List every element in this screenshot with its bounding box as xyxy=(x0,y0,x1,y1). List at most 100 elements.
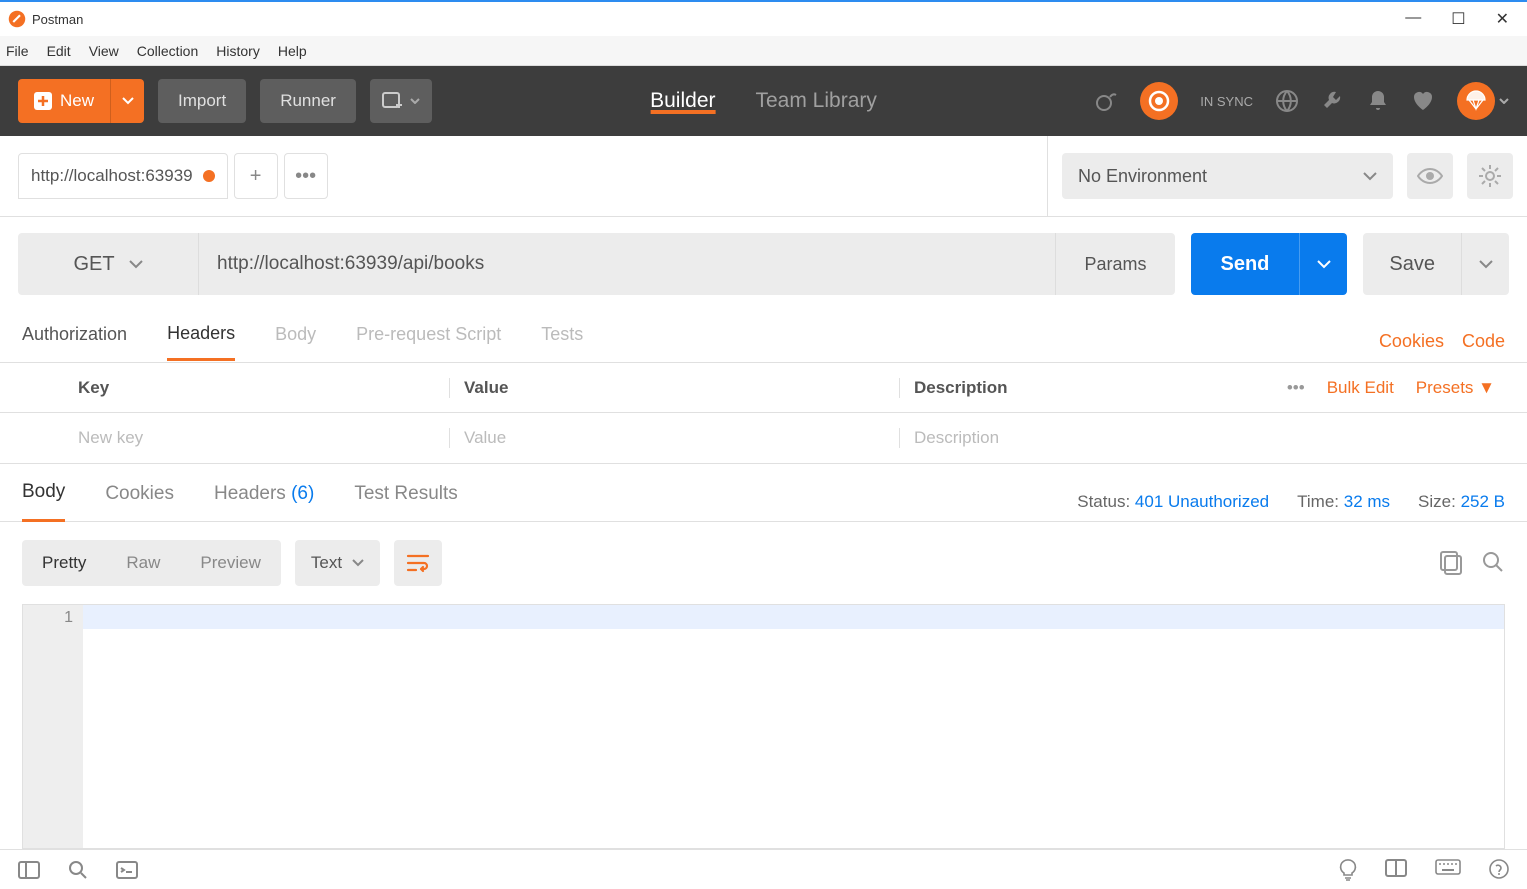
new-tab-button[interactable]: + xyxy=(234,153,278,199)
subtab-authorization[interactable]: Authorization xyxy=(22,324,127,359)
response-body-editor[interactable]: 1 xyxy=(22,604,1505,849)
tips-button[interactable] xyxy=(1339,859,1357,881)
chevron-down-icon xyxy=(129,260,143,269)
save-button[interactable]: Save xyxy=(1363,233,1461,295)
new-button-label: New xyxy=(60,91,94,111)
menu-edit[interactable]: Edit xyxy=(47,43,71,59)
response-tab-cookies[interactable]: Cookies xyxy=(105,483,174,521)
menu-file[interactable]: File xyxy=(6,43,29,59)
tab-builder[interactable]: Builder xyxy=(650,89,715,113)
console-button[interactable] xyxy=(116,861,138,879)
menu-help[interactable]: Help xyxy=(278,43,307,59)
request-tab-title: http://localhost:63939 xyxy=(31,166,193,186)
response-tab-body[interactable]: Body xyxy=(22,481,65,522)
two-pane-icon xyxy=(1385,859,1407,877)
http-method-select[interactable]: GET xyxy=(18,233,198,295)
view-preview[interactable]: Preview xyxy=(180,540,280,586)
subtab-body[interactable]: Body xyxy=(275,324,316,359)
import-button[interactable]: Import xyxy=(158,79,246,123)
chevron-down-icon[interactable] xyxy=(1499,98,1509,104)
user-avatar[interactable] xyxy=(1457,82,1495,120)
parachute-icon xyxy=(1465,90,1487,112)
subtab-headers[interactable]: Headers xyxy=(167,323,235,361)
sync-label: IN SYNC xyxy=(1200,94,1253,109)
sidebar-toggle[interactable] xyxy=(18,861,40,879)
subtab-prerequest[interactable]: Pre-request Script xyxy=(356,324,501,359)
cookies-link[interactable]: Cookies xyxy=(1379,331,1444,352)
maximize-button[interactable]: ☐ xyxy=(1451,9,1465,29)
response-tab-tests[interactable]: Test Results xyxy=(354,483,457,521)
presets-dropdown[interactable]: Presets ▼ xyxy=(1416,378,1495,398)
window-plus-icon xyxy=(382,92,404,110)
request-tab[interactable]: http://localhost:63939 xyxy=(18,153,228,199)
view-raw[interactable]: Raw xyxy=(106,540,180,586)
menu-history[interactable]: History xyxy=(216,43,260,59)
bell-icon[interactable] xyxy=(1367,89,1389,113)
params-button[interactable]: Params xyxy=(1055,233,1174,295)
copy-icon xyxy=(1439,550,1463,576)
header-value-input[interactable] xyxy=(464,428,885,448)
help-button[interactable] xyxy=(1489,859,1509,881)
response-body-controls: Pretty Raw Preview Text xyxy=(0,522,1527,604)
send-button[interactable]: Send xyxy=(1191,233,1300,295)
response-tab-headers[interactable]: Headers (6) xyxy=(214,483,314,521)
wrench-icon[interactable] xyxy=(1321,89,1345,113)
search-icon xyxy=(1481,550,1505,574)
status-meta: Status: 401 Unauthorized xyxy=(1077,492,1269,512)
headers-table: Key Value Description ••• Bulk Edit Pres… xyxy=(0,363,1527,464)
minimize-button[interactable]: — xyxy=(1405,9,1421,29)
heart-icon[interactable] xyxy=(1411,90,1435,112)
runner-button[interactable]: Runner xyxy=(260,79,356,123)
request-row: GET Params Send Save xyxy=(0,217,1527,311)
environment-selected-label: No Environment xyxy=(1078,166,1207,187)
chevron-down-icon xyxy=(352,559,364,567)
globe-icon[interactable] xyxy=(1275,89,1299,113)
status-bar xyxy=(0,849,1527,889)
eye-icon xyxy=(1417,167,1443,185)
response-tabs: Body Cookies Headers (6) Test Results St… xyxy=(0,464,1527,522)
search-response-button[interactable] xyxy=(1481,550,1505,576)
headers-col-desc: Description xyxy=(914,378,1008,398)
chevron-down-icon xyxy=(1317,260,1331,269)
subtab-tests[interactable]: Tests xyxy=(541,324,583,359)
keyboard-icon xyxy=(1435,859,1461,875)
plus-icon xyxy=(34,92,52,110)
menu-collection[interactable]: Collection xyxy=(137,43,198,59)
code-link[interactable]: Code xyxy=(1462,331,1505,352)
save-dropdown[interactable] xyxy=(1461,233,1509,295)
search-footer[interactable] xyxy=(68,860,88,880)
new-window-button[interactable] xyxy=(370,79,432,123)
bulk-edit-link[interactable]: Bulk Edit xyxy=(1327,378,1394,398)
tab-options-button[interactable]: ••• xyxy=(284,153,328,199)
console-icon xyxy=(116,861,138,879)
header-desc-input[interactable] xyxy=(914,428,1513,448)
two-pane-button[interactable] xyxy=(1385,859,1407,881)
keyboard-shortcuts-button[interactable] xyxy=(1435,859,1461,881)
wrap-lines-button[interactable] xyxy=(394,540,442,586)
request-tabs-row: http://localhost:63939 + ••• No Environm… xyxy=(0,136,1527,217)
new-dropdown[interactable] xyxy=(110,79,144,123)
environment-settings-button[interactable] xyxy=(1467,153,1513,199)
line-number: 1 xyxy=(33,609,73,627)
copy-response-button[interactable] xyxy=(1439,550,1463,576)
size-meta: Size: 252 B xyxy=(1418,492,1505,512)
header-key-input[interactable] xyxy=(78,428,435,448)
sync-icon xyxy=(1147,89,1171,113)
app-header: New Import Runner Builder Team Library I… xyxy=(0,66,1527,136)
menu-bar: File Edit View Collection History Help xyxy=(0,36,1527,66)
format-select[interactable]: Text xyxy=(295,540,380,586)
wrap-icon xyxy=(406,553,430,573)
sync-status-icon[interactable] xyxy=(1140,82,1178,120)
view-pretty[interactable]: Pretty xyxy=(22,540,106,586)
new-button[interactable]: New xyxy=(18,79,110,123)
capture-icon[interactable] xyxy=(1094,89,1118,113)
tab-team-library[interactable]: Team Library xyxy=(755,89,876,113)
menu-view[interactable]: View xyxy=(89,43,119,59)
close-button[interactable]: ✕ xyxy=(1496,9,1509,29)
send-dropdown[interactable] xyxy=(1299,233,1347,295)
window-titlebar: Postman — ☐ ✕ xyxy=(0,0,1527,36)
headers-more-button[interactable]: ••• xyxy=(1287,378,1305,398)
environment-preview-button[interactable] xyxy=(1407,153,1453,199)
request-url-input[interactable] xyxy=(198,233,1055,295)
environment-select[interactable]: No Environment xyxy=(1062,153,1393,199)
